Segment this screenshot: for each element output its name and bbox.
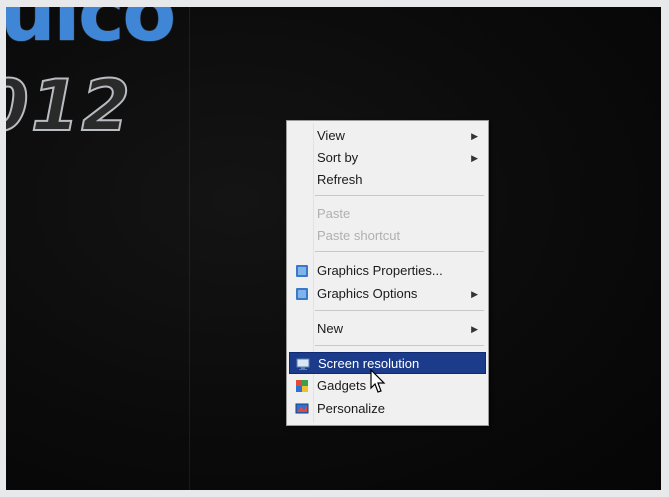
menu-separator <box>315 310 484 311</box>
menu-separator <box>315 251 484 252</box>
menu-separator <box>315 195 484 196</box>
submenu-arrow-icon: ▶ <box>471 324 478 334</box>
menu-item-label: Graphics Options <box>317 286 418 301</box>
menu-item-view[interactable]: View ▶ <box>289 125 486 147</box>
menu-item-label: Gadgets <box>317 378 367 393</box>
menu-item-label: Sort by <box>317 150 359 165</box>
photo-seam <box>189 7 190 490</box>
submenu-arrow-icon: ▶ <box>471 153 478 163</box>
monitor-icon <box>296 358 310 370</box>
personalize-icon <box>295 403 309 414</box>
menu-item-paste-shortcut[interactable]: Paste shortcut <box>289 225 486 247</box>
menu-item-label: Graphics Properties... <box>317 263 443 278</box>
mouse-pointer-icon <box>370 369 386 393</box>
wallpaper-logo-text: uico <box>6 7 176 59</box>
menu-item-label: Paste <box>317 206 351 221</box>
menu-item-label: Refresh <box>317 172 363 187</box>
photo-frame: uico 012 View ▶ Sort by ▶ Refresh Paste … <box>0 0 669 497</box>
menu-item-label: New <box>317 321 344 336</box>
menu-item-personalize[interactable]: Personalize <box>289 398 486 420</box>
wallpaper-year-text: 012 <box>6 64 133 148</box>
submenu-arrow-icon: ▶ <box>471 131 478 141</box>
graphics-icon <box>296 265 308 277</box>
menu-item-graphics-properties[interactable]: Graphics Properties... <box>289 260 486 282</box>
submenu-arrow-icon: ▶ <box>471 289 478 299</box>
menu-item-label: Personalize <box>317 401 385 416</box>
menu-item-label: Screen resolution <box>318 356 420 371</box>
menu-item-new[interactable]: New ▶ <box>289 318 486 340</box>
gadgets-icon <box>296 380 308 392</box>
menu-item-screen-resolution[interactable]: Screen resolution <box>289 352 486 374</box>
menu-item-label: Paste shortcut <box>317 228 401 243</box>
graphics-icon <box>296 288 308 300</box>
menu-item-paste[interactable]: Paste <box>289 203 486 225</box>
menu-item-refresh[interactable]: Refresh <box>289 169 486 191</box>
desktop-context-menu: View ▶ Sort by ▶ Refresh Paste Paste sho… <box>286 120 489 426</box>
menu-item-gadgets[interactable]: Gadgets <box>289 375 486 397</box>
menu-item-sort-by[interactable]: Sort by ▶ <box>289 147 486 169</box>
menu-item-graphics-options[interactable]: Graphics Options ▶ <box>289 283 486 305</box>
menu-item-label: View <box>317 128 345 143</box>
menu-separator <box>315 345 484 346</box>
